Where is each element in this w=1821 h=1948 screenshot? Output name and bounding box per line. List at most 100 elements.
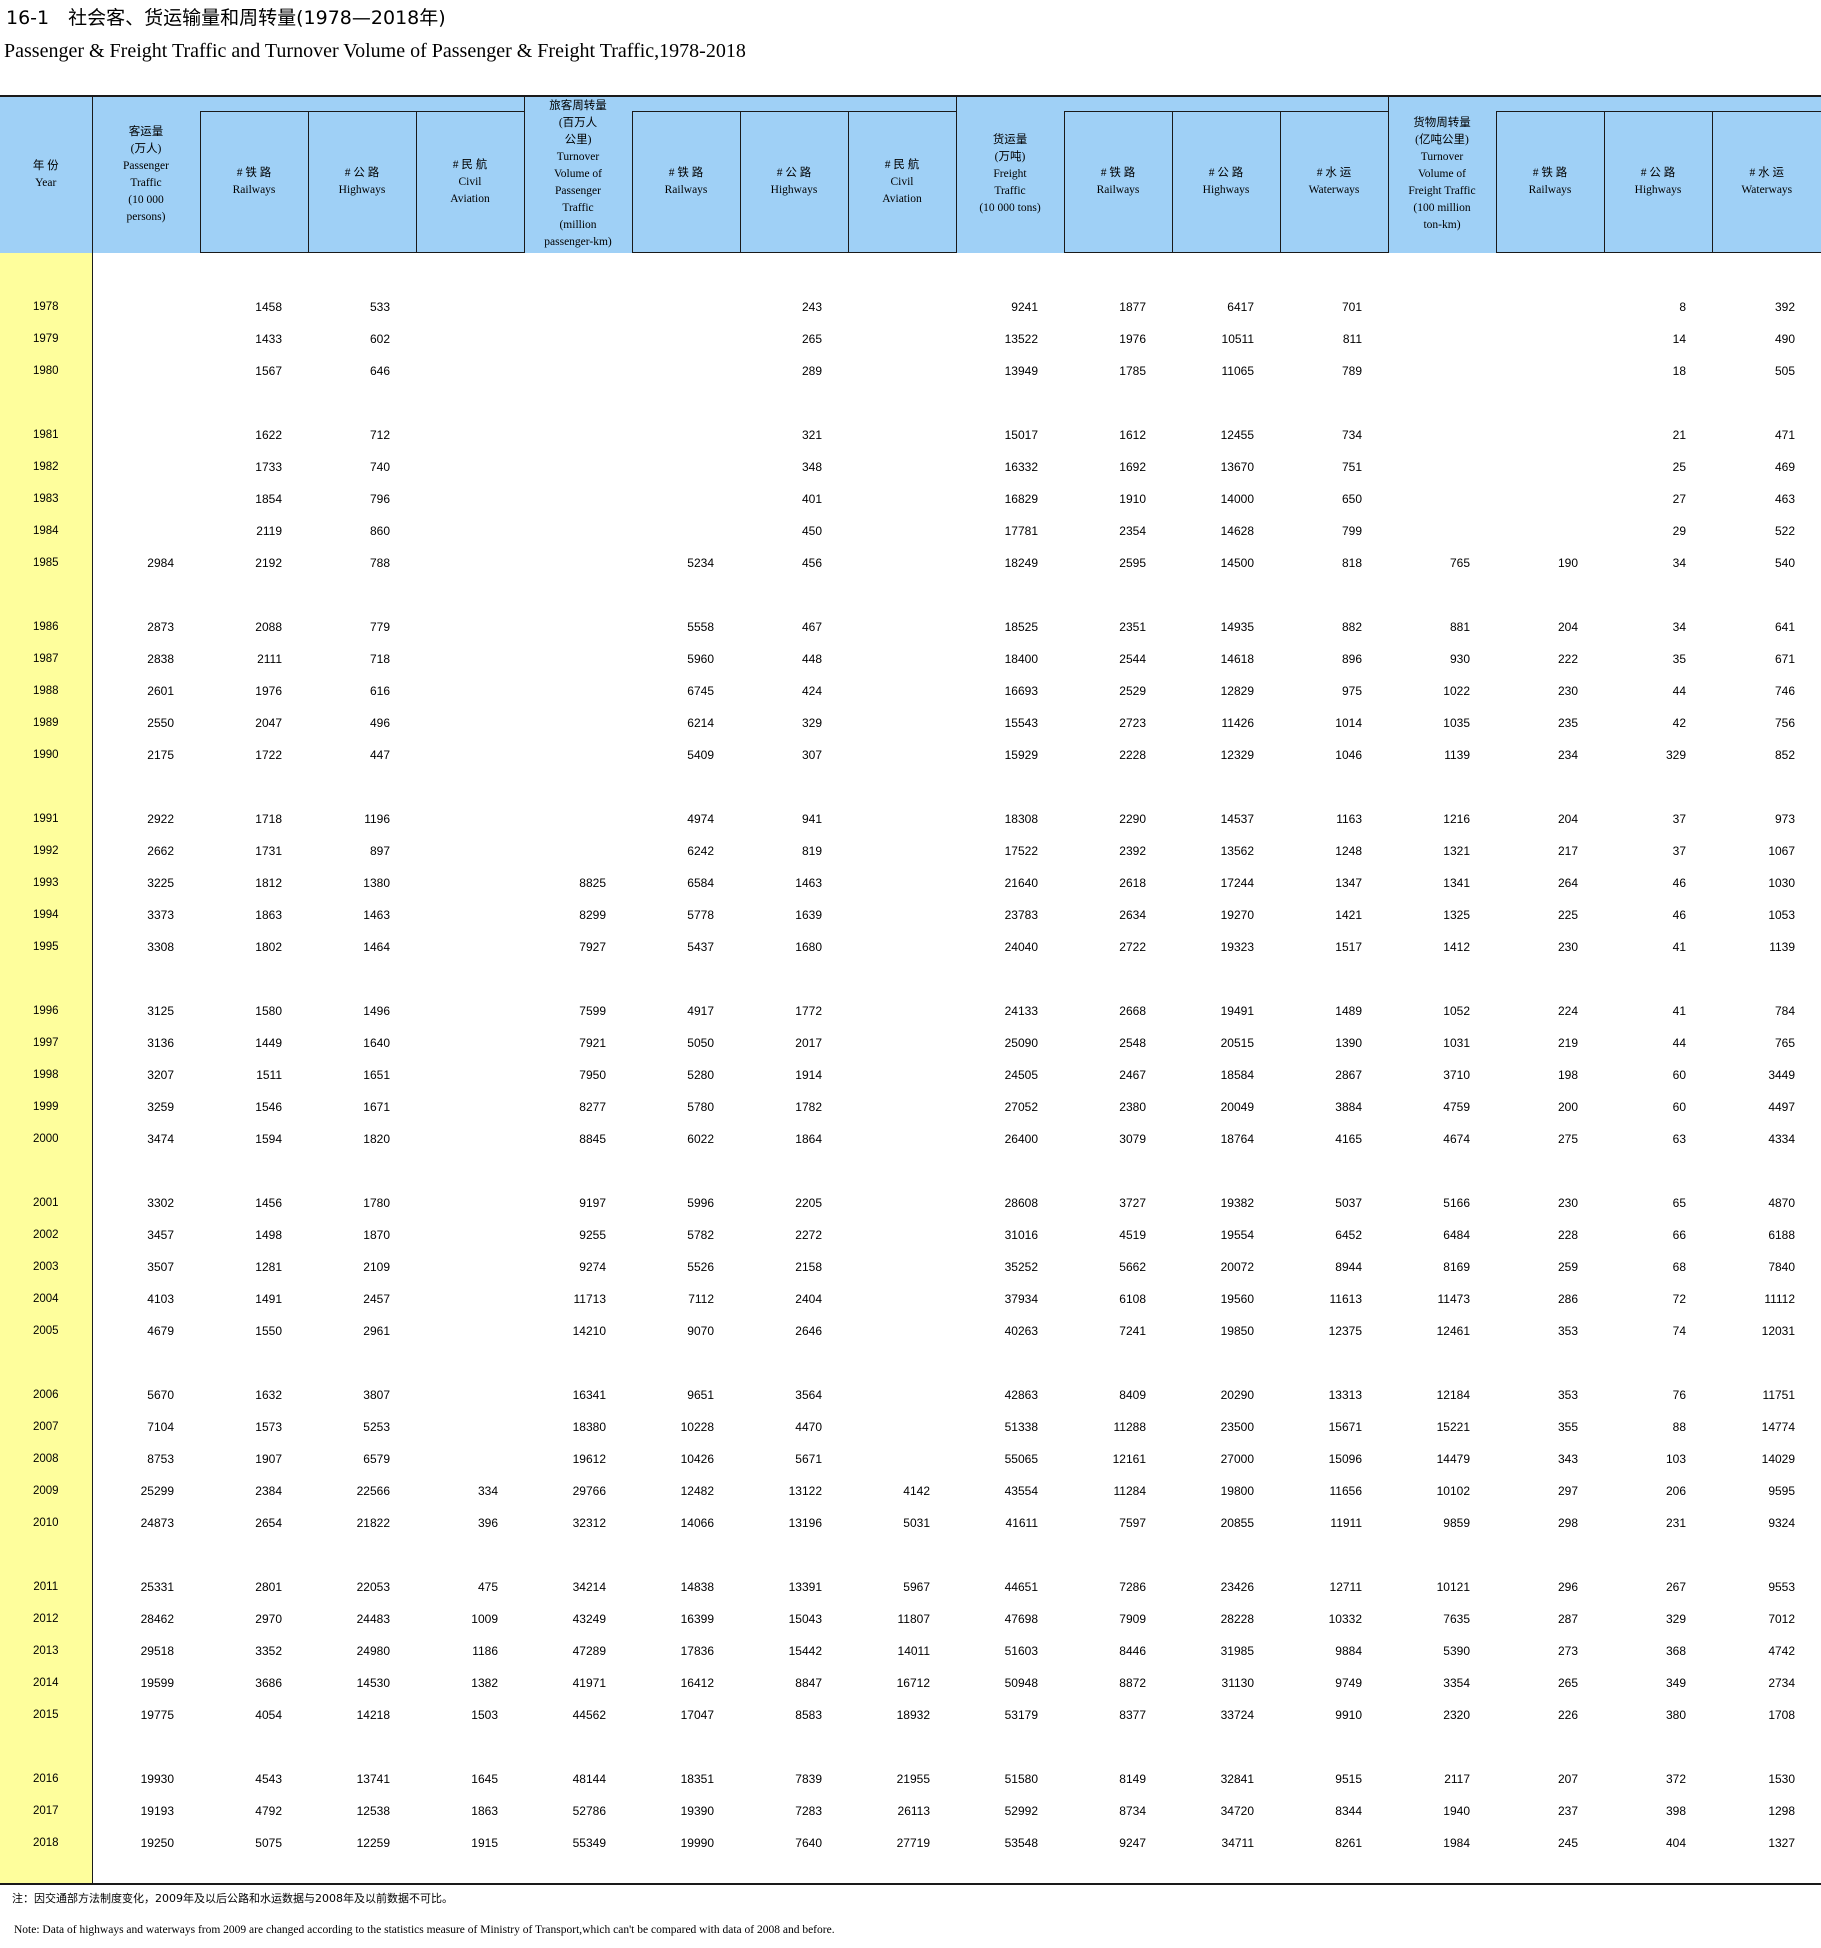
value-cell: 1031 [1443,1036,1470,1050]
table-row: 2017 19193 4792 12538 1863 52786 19390 7283 2611… [0,1795,1821,1827]
value-cell [524,483,632,515]
value-cell [416,707,524,739]
year-cell: 1981 [0,419,93,451]
value-cell: 14066 [680,1516,714,1530]
value-cell: 5280 [687,1068,714,1082]
value-cell: 1022 [1443,684,1470,698]
value-cell: 7283 [795,1804,822,1818]
value-cell: 19775 [140,1708,174,1722]
value-cell: 11911 [1330,1516,1362,1530]
value-cell: 1421 [1335,908,1362,922]
value-cell: 204 [1557,812,1578,826]
spacer-cell [740,253,848,292]
value-cell: 34214 [572,1580,606,1594]
value-cell [416,739,524,771]
year-cell: 2002 [0,1219,93,1251]
year-cell: 1995 [0,931,93,963]
value-cell: 2354 [1119,524,1146,538]
value-cell: 1433 [255,332,282,346]
spacer-cell [1388,1859,1496,1885]
value-cell: 372 [1665,1772,1686,1786]
value-cell: 25 [1672,460,1686,474]
spacer-cell [956,963,1064,995]
value-cell: 17244 [1220,876,1254,890]
table-row: 2008 8753 1907 6579 19612 10426 5671 55065 12161… [0,1443,1821,1475]
value-cell: 5166 [1443,1196,1470,1210]
value-cell: 13741 [356,1772,390,1786]
year-cell: 1988 [0,675,93,707]
value-cell: 1632 [255,1388,282,1402]
value-cell: 2529 [1119,684,1146,698]
value-cell [848,995,956,1027]
spacer-cell [200,771,308,803]
value-cell: 265 [1557,1676,1578,1690]
value-cell: 47698 [1004,1612,1038,1626]
value-cell: 7012 [1768,1612,1796,1626]
value-cell: 6579 [363,1452,390,1466]
spacer-cell [524,1539,632,1571]
value-cell: 2867 [1335,1068,1362,1082]
header-line: Traffic [994,185,1026,198]
value-cell: 1380 [363,876,390,890]
value-cell: 8169 [1443,1260,1470,1274]
value-cell: 796 [369,492,390,506]
value-cell: 1877 [1119,300,1146,314]
spacer-cell [956,771,1064,803]
value-cell: 14628 [1220,524,1254,538]
spacer-cell [1280,1155,1388,1187]
value-cell: 24980 [356,1644,390,1658]
spacer-cell [1604,1859,1712,1885]
table-row: 2003 3507 1281 2109 9274 5526 2158 35252 5662 200… [0,1251,1821,1283]
spacer-cell [1496,1859,1604,1885]
value-cell: 15043 [788,1612,822,1626]
value-cell: 1139 [1769,940,1796,954]
value-cell: 6484 [1443,1228,1470,1242]
spacer-cell [1388,253,1496,292]
value-cell: 11065 [1221,364,1254,378]
value-cell: 8583 [795,1708,822,1722]
value-cell: 235 [1557,716,1578,730]
value-cell: 396 [477,1516,498,1530]
table-row: 2007 7104 1573 5253 18380 10228 4470 51338 11288… [0,1411,1821,1443]
value-cell [416,451,524,483]
year-cell: 2004 [0,1283,93,1315]
value-cell [524,707,632,739]
header-line: # 铁 路 [1532,167,1568,179]
spacer-cell [1172,253,1280,292]
value-cell: 1567 [255,364,282,378]
table-row: 1989 2550 2047 496 6214 329 15543 2723 11426 1014… [0,707,1821,739]
value-cell: 307 [801,748,822,762]
year-cell: 2017 [0,1795,93,1827]
value-cell: 2320 [1443,1708,1470,1722]
year-cell: 1989 [0,707,93,739]
value-cell: 765 [1449,556,1470,570]
value-cell: 15543 [1004,716,1038,730]
value-cell: 471 [1774,428,1796,442]
value-cell [416,483,524,515]
value-cell: 789 [1341,364,1362,378]
value-cell: 13949 [1004,364,1038,378]
header-line: (万人) [130,142,162,155]
spacer-cell [956,1155,1064,1187]
spacer-cell [632,387,740,419]
table-row: 1999 3259 1546 1671 8277 5780 1782 27052 2380 200… [0,1091,1821,1123]
year-cell: 2018 [0,1827,93,1859]
value-cell: 450 [801,524,822,538]
value-cell: 19491 [1220,1004,1254,1018]
table-row: 2004 4103 1491 2457 11713 7112 2404 37934 6108 19… [0,1283,1821,1315]
year-cell: 1999 [0,1091,93,1123]
spacer-cell [1712,1347,1821,1379]
value-cell: 228 [1557,1228,1578,1242]
value-cell: 14 [1672,332,1686,346]
value-cell: 13562 [1220,844,1254,858]
value-cell: 12711 [1329,1580,1362,1594]
value-cell [524,419,632,451]
value-cell: 8734 [1119,1804,1146,1818]
spacer-cell [1712,1731,1821,1763]
value-cell: 7599 [579,1004,606,1018]
table-row: 1978 1458 533 243 9241 1877 6417 701 8 392 [0,291,1821,323]
value-cell: 353 [1557,1324,1578,1338]
spacer-cell [956,1539,1064,1571]
header-line: Aviation [450,192,490,205]
spacer-cell [524,1347,632,1379]
